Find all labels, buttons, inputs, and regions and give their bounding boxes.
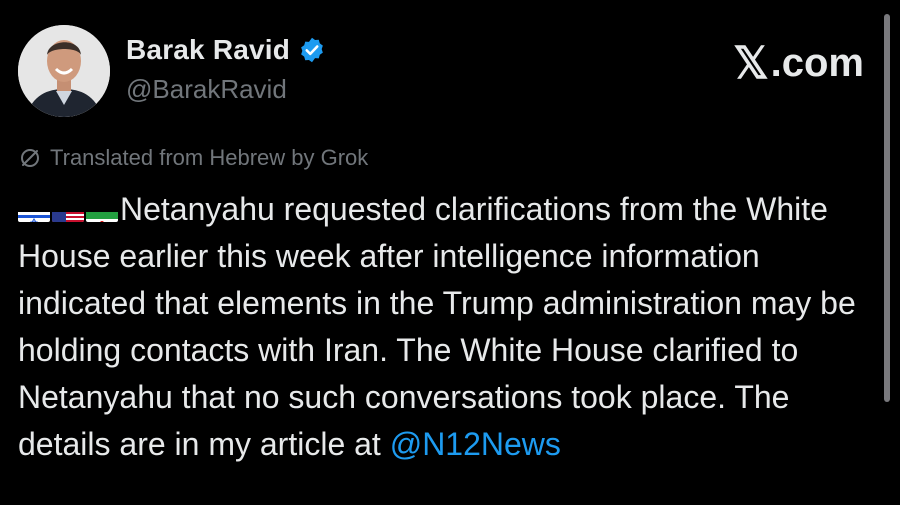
brand-label: .com — [770, 41, 864, 85]
mention-link[interactable]: @N12News — [390, 426, 561, 462]
avatar[interactable] — [18, 25, 110, 117]
translation-notice: Translated from Hebrew by Grok — [18, 145, 368, 171]
scrollbar[interactable] — [884, 14, 890, 402]
x-logo-icon: 𝕏 — [733, 39, 769, 88]
israel-flag-icon — [18, 200, 50, 222]
author-handle[interactable]: @BarakRavid — [126, 74, 287, 105]
author-name-row: Barak Ravid — [126, 34, 326, 66]
verified-badge-icon — [301, 37, 323, 63]
author-display-name[interactable]: Barak Ravid — [126, 34, 290, 66]
brand-logo: 𝕏 .com — [733, 38, 864, 89]
iran-flag-icon — [86, 200, 118, 222]
translate-icon — [21, 149, 39, 167]
usa-flag-icon — [52, 200, 84, 222]
tweet-body: Netanyahu requested clarifications from … — [18, 186, 863, 468]
avatar-photo — [18, 25, 110, 117]
translation-label: Translated from Hebrew by Grok — [50, 145, 369, 170]
tweet-text: Netanyahu requested clarifications from … — [18, 191, 856, 462]
